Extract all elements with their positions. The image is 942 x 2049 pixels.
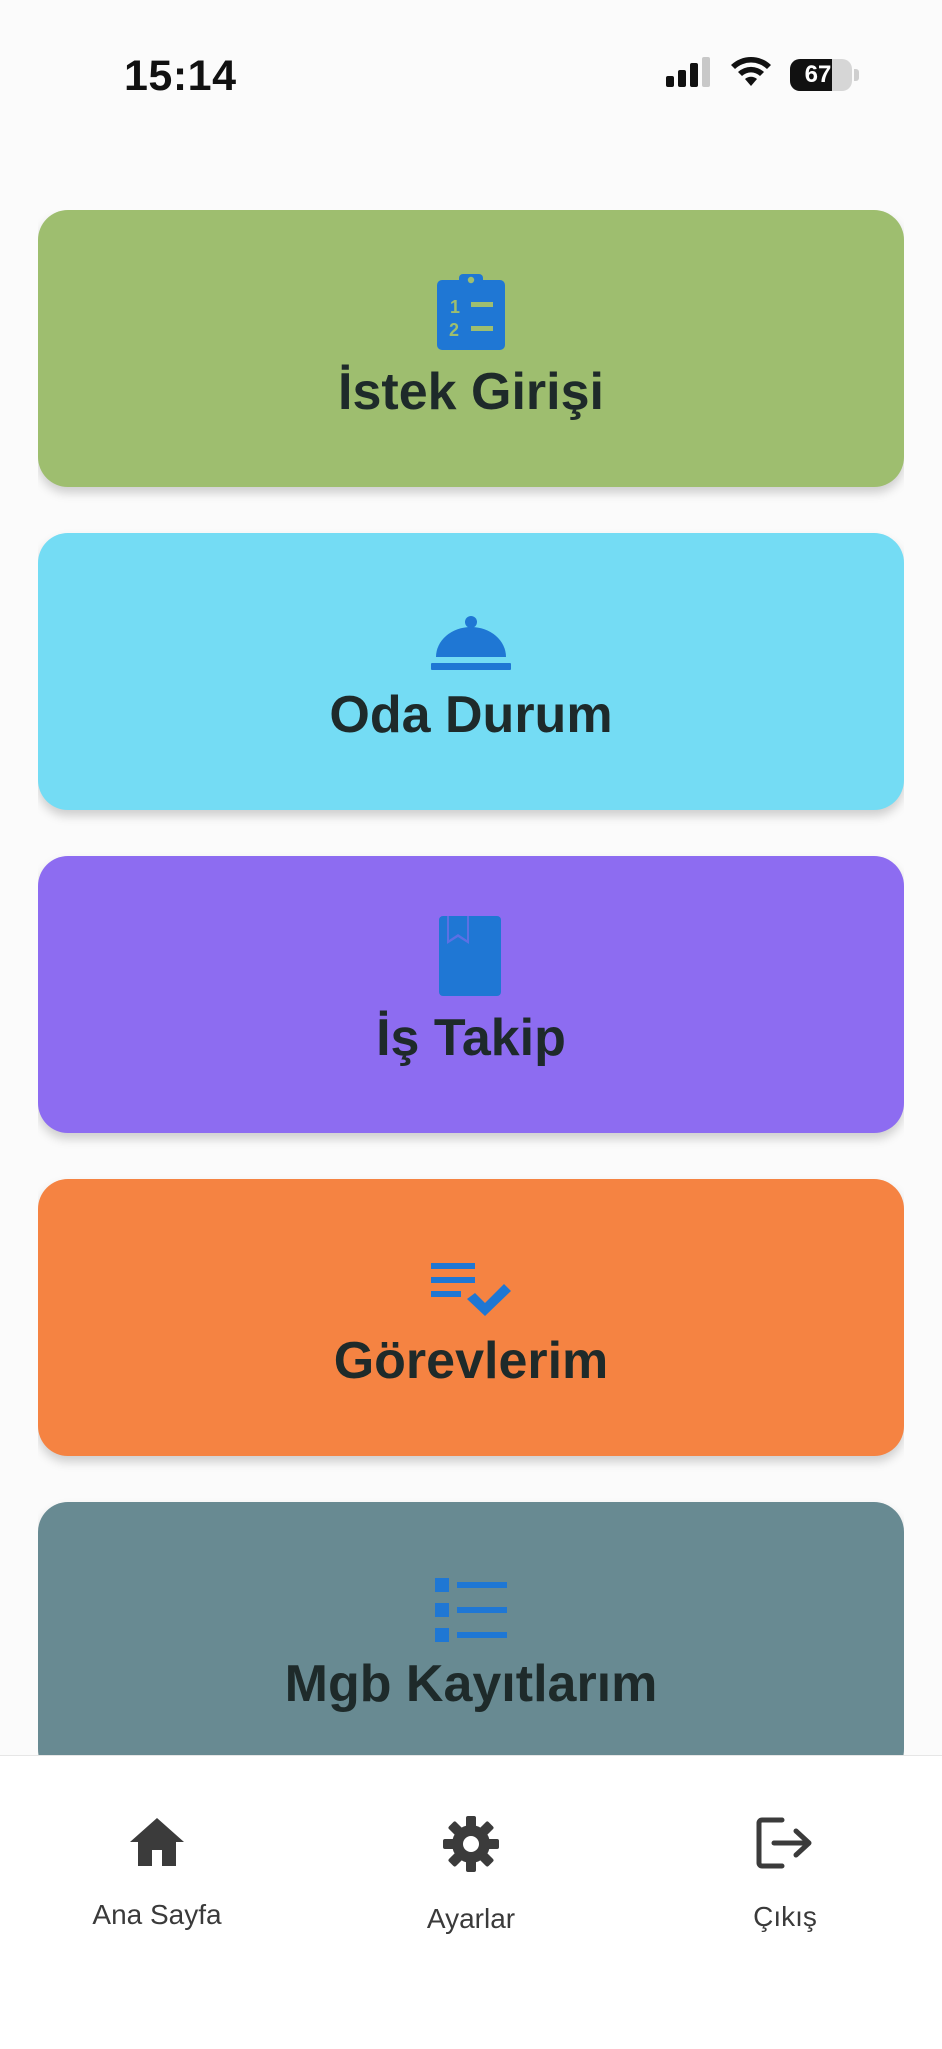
- nav-settings-label: Ayarlar: [426, 1903, 516, 1934]
- menu-list: 1 2 İstek Girişi Oda Durum İş Takip Göre…: [38, 210, 904, 1755]
- logout-icon: [756, 1816, 814, 1875]
- list-icon: [435, 1564, 507, 1642]
- battery-cap: [854, 68, 859, 81]
- gorevlerim-label: Görevlerim: [333, 1332, 609, 1390]
- nav-settings[interactable]: Ayarlar: [351, 1816, 591, 1966]
- cellular-signal-icon: [666, 57, 712, 92]
- playlist-check-icon: [431, 1241, 511, 1319]
- home-indicator: [331, 2021, 611, 2031]
- nav-logout[interactable]: Çıkış: [665, 1816, 905, 1966]
- istek-girisi-label: İstek Girişi: [338, 363, 604, 421]
- mgb-kayitlarim-card[interactable]: Mgb Kayıtlarım: [38, 1502, 904, 1755]
- bottom-navigation: Ana Sayfa Ayarlar Çıkış: [0, 1755, 942, 2049]
- svg-text:2: 2: [449, 320, 459, 340]
- clipboard-list-icon: 1 2: [435, 272, 507, 350]
- oda-durum-card[interactable]: Oda Durum: [38, 533, 904, 810]
- status-icons: 67: [666, 56, 859, 93]
- is-takip-card[interactable]: İş Takip: [38, 856, 904, 1133]
- status-time: 15:14: [124, 52, 237, 100]
- wifi-icon: [730, 56, 772, 93]
- battery-icon: 67: [790, 58, 852, 91]
- book-bookmark-icon: [439, 916, 503, 996]
- nav-home-label: Ana Sayfa: [92, 1899, 222, 1930]
- mgb-kayitlarim-label: Mgb Kayıtlarım: [284, 1655, 658, 1713]
- svg-text:1: 1: [450, 297, 460, 317]
- is-takip-label: İş Takip: [376, 1009, 566, 1067]
- gear-icon: [443, 1816, 499, 1877]
- room-service-icon: [431, 595, 511, 673]
- battery-percent: 67: [804, 60, 832, 88]
- nav-logout-label: Çıkış: [753, 1901, 817, 1932]
- nav-home[interactable]: Ana Sayfa: [37, 1816, 277, 1966]
- status-bar: 15:14 67: [0, 0, 942, 150]
- home-icon: [128, 1816, 186, 1873]
- oda-durum-label: Oda Durum: [329, 686, 613, 744]
- gorevlerim-card[interactable]: Görevlerim: [38, 1179, 904, 1456]
- istek-girisi-card[interactable]: 1 2 İstek Girişi: [38, 210, 904, 487]
